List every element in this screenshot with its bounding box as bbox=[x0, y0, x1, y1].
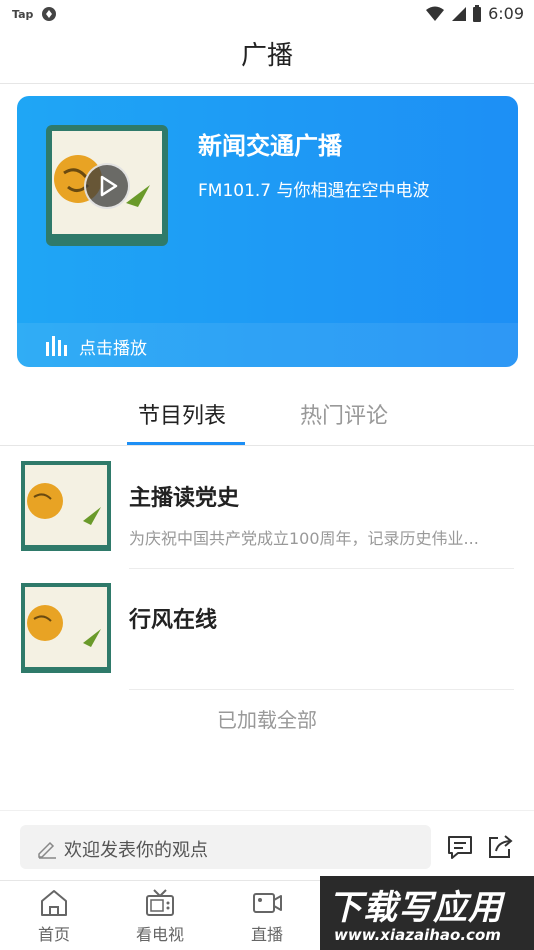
watermark-url: www.xiazaihao.com bbox=[334, 926, 501, 944]
station-name: 新闻交通广播 bbox=[198, 132, 342, 160]
program-description: 为庆祝中国共产党成立100周年，记录历史伟业... bbox=[129, 529, 479, 548]
nav-home[interactable]: 首页 bbox=[14, 887, 94, 945]
nav-live[interactable]: 直播 bbox=[227, 887, 307, 945]
watermark: 下载写应用 www.xiazaihao.com bbox=[320, 876, 534, 950]
comment-bar: 欢迎发表你的观点 bbox=[0, 810, 534, 880]
wifi-icon bbox=[426, 6, 445, 21]
program-title: 行风在线 bbox=[129, 608, 218, 633]
list-item[interactable]: 主播读党史 为庆祝中国共产党成立100周年，记录历史伟业... bbox=[0, 448, 534, 569]
play-icon bbox=[100, 175, 118, 197]
station-card[interactable]: 新闻交通广播 FM101.7 与你相遇在空中电波 点击播放 bbox=[17, 96, 518, 367]
signal-icon bbox=[452, 6, 467, 21]
tv-icon bbox=[146, 889, 174, 916]
play-bar[interactable]: 点击播放 bbox=[17, 323, 518, 367]
station-frequency: FM101.7 与你相遇在空中电波 bbox=[198, 181, 430, 201]
play-label[interactable]: 点击播放 bbox=[79, 334, 147, 359]
play-button[interactable] bbox=[84, 163, 130, 209]
program-thumbnail bbox=[21, 583, 111, 673]
list-item[interactable]: 行风在线 bbox=[0, 570, 534, 691]
pencil-icon bbox=[38, 841, 56, 859]
home-icon bbox=[41, 890, 67, 916]
battery-icon bbox=[473, 4, 482, 22]
program-thumbnail bbox=[21, 461, 111, 551]
list-divider bbox=[129, 568, 514, 569]
tab-program-list[interactable]: 节目列表 bbox=[138, 398, 226, 430]
list-divider bbox=[129, 689, 514, 690]
nav-watch-tv[interactable]: 看电视 bbox=[120, 887, 200, 945]
comment-input[interactable]: 欢迎发表你的观点 bbox=[20, 825, 431, 869]
tab-hot-comments[interactable]: 热门评论 bbox=[300, 398, 388, 430]
share-icon[interactable] bbox=[486, 833, 514, 861]
status-time: 6:09 bbox=[488, 4, 524, 23]
program-title: 主播读党史 bbox=[129, 486, 240, 511]
nav-watch-tv-label: 看电视 bbox=[135, 925, 184, 944]
list-end-label: 已加载全部 bbox=[217, 708, 317, 732]
active-tab-indicator bbox=[127, 442, 245, 445]
nav-home-label: 首页 bbox=[37, 925, 70, 944]
tap-app-indicator: Tap bbox=[12, 7, 34, 21]
nav-live-label: 直播 bbox=[250, 925, 283, 944]
watermark-title: 下载写应用 bbox=[328, 888, 503, 928]
comment-placeholder: 欢迎发表你的观点 bbox=[64, 840, 208, 861]
equalizer-icon bbox=[46, 336, 67, 356]
sync-icon bbox=[42, 7, 57, 21]
page-title: 广播 bbox=[0, 28, 534, 84]
station-cover-image[interactable] bbox=[46, 125, 168, 246]
comment-icon[interactable] bbox=[446, 833, 474, 861]
tab-bar: 节目列表 热门评论 bbox=[0, 384, 534, 446]
status-bar: Tap 6:09 bbox=[0, 0, 534, 28]
video-icon bbox=[253, 893, 282, 913]
